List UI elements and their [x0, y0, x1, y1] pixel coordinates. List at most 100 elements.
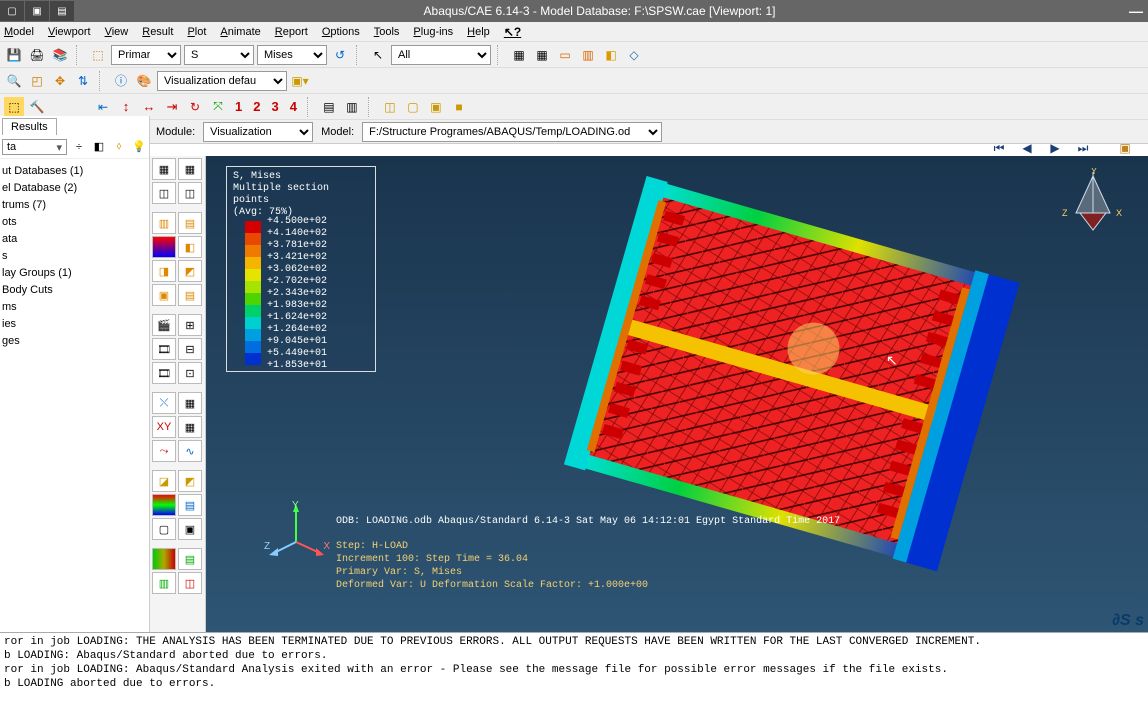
- sync-icon[interactable]: ↺: [330, 45, 350, 65]
- menu-animate[interactable]: Animate: [220, 26, 260, 38]
- cycle-views-icon[interactable]: ⇅: [73, 71, 93, 91]
- books-icon[interactable]: 📚: [50, 45, 70, 65]
- field-output-icon[interactable]: ⬚: [88, 45, 108, 65]
- palette-icon[interactable]: ⊟: [178, 338, 202, 360]
- zoom-icon[interactable]: 🔍: [4, 71, 24, 91]
- menu-report[interactable]: Report: [275, 26, 308, 38]
- window-button[interactable]: ▣: [25, 1, 49, 21]
- palette-icon[interactable]: ▤: [178, 212, 202, 234]
- prev-frame-icon[interactable]: ◀: [1016, 138, 1038, 158]
- xy-icon[interactable]: ⤬: [152, 392, 176, 414]
- tree-item[interactable]: ut Databases (1): [2, 163, 147, 180]
- tree-item[interactable]: trums (7): [2, 197, 147, 214]
- ideas-icon[interactable]: 💡: [131, 139, 147, 155]
- palette-icon[interactable]: ◩: [178, 260, 202, 282]
- film-icon[interactable]: 🎞: [152, 362, 176, 384]
- zoom-box-icon[interactable]: ◰: [27, 71, 47, 91]
- render-partition-icon[interactable]: ▥: [578, 45, 598, 65]
- perspective-icon[interactable]: ◇: [624, 45, 644, 65]
- view-triad[interactable]: Y Z X: [1058, 168, 1128, 238]
- hatch-icon[interactable]: ▤: [319, 97, 339, 117]
- tree-item[interactable]: s: [2, 248, 147, 265]
- select-arrow-icon[interactable]: ↖: [368, 45, 388, 65]
- viewport-copy-icon[interactable]: ▦: [532, 45, 552, 65]
- palette-icon[interactable]: [152, 236, 176, 258]
- palette-icon[interactable]: ⊡: [178, 362, 202, 384]
- menu-plugins[interactable]: Plug-ins: [413, 26, 453, 38]
- viewport[interactable]: S, Mises Multiple section points (Avg: 7…: [206, 156, 1148, 632]
- display-group-icon[interactable]: ◪: [152, 470, 176, 492]
- movie-icon[interactable]: 🎬: [152, 314, 176, 336]
- box-shaded-icon[interactable]: ▣: [426, 97, 446, 117]
- expand-icon[interactable]: ÷: [71, 139, 87, 155]
- data-dropdown[interactable]: ta: [2, 139, 67, 155]
- surface-icon[interactable]: ▤: [178, 548, 202, 570]
- next-frame-icon[interactable]: ▶: [1044, 138, 1066, 158]
- query-icon[interactable]: ⬚: [4, 97, 24, 117]
- cut-icon[interactable]: ▢: [152, 518, 176, 540]
- context-help-icon[interactable]: ↖?: [504, 25, 521, 39]
- view-2[interactable]: 2: [249, 99, 264, 114]
- tree-item[interactable]: ms: [2, 299, 147, 316]
- film-icon[interactable]: 🎞: [152, 338, 176, 360]
- palette-icon[interactable]: ◨: [152, 260, 176, 282]
- tree-item[interactable]: ata: [2, 231, 147, 248]
- render-box-icon[interactable]: ▭: [555, 45, 575, 65]
- box-filled-icon[interactable]: ■: [449, 97, 469, 117]
- menu-model[interactable]: Model: [4, 26, 34, 38]
- menu-tools[interactable]: Tools: [374, 26, 400, 38]
- selection-filter-select[interactable]: All: [391, 45, 491, 65]
- save-icon[interactable]: 💾: [4, 45, 24, 65]
- model-select[interactable]: F:/Structure Programes/ABAQUS/Temp/LOADI…: [362, 122, 662, 142]
- tree-item[interactable]: ies: [2, 316, 147, 333]
- palette-icon[interactable]: 🎨: [134, 71, 154, 91]
- box-hidden-icon[interactable]: ▢: [403, 97, 423, 117]
- tree-item[interactable]: ots: [2, 214, 147, 231]
- frame-step-icon[interactable]: ↕: [116, 97, 136, 117]
- collapse-icon[interactable]: ◧: [91, 139, 107, 155]
- module-select[interactable]: Visualization: [203, 122, 313, 142]
- refresh-arrow-icon[interactable]: ↻: [185, 97, 205, 117]
- results-tab[interactable]: Results: [2, 118, 57, 135]
- frame-first-icon[interactable]: ⇤: [93, 97, 113, 117]
- overlay-icon[interactable]: ◫: [178, 572, 202, 594]
- menu-view[interactable]: View: [105, 26, 129, 38]
- box-wire-icon[interactable]: ◫: [380, 97, 400, 117]
- cut-icon[interactable]: ▣: [178, 518, 202, 540]
- stream-icon[interactable]: [152, 548, 176, 570]
- table-icon[interactable]: ▦: [178, 392, 202, 414]
- variable-select[interactable]: S: [184, 45, 254, 65]
- palette-icon[interactable]: ▥: [152, 212, 176, 234]
- table-icon[interactable]: ▦: [178, 416, 202, 438]
- triad-icon[interactable]: ⤧: [208, 97, 228, 117]
- render-shaded-icon[interactable]: ◧: [601, 45, 621, 65]
- hatch-alt-icon[interactable]: ▥: [342, 97, 362, 117]
- info-icon[interactable]: ⓘ: [111, 71, 131, 91]
- palette-icon[interactable]: ▦: [152, 158, 176, 180]
- view-4[interactable]: 4: [286, 99, 301, 114]
- first-frame-icon[interactable]: ⏮: [988, 138, 1010, 158]
- invariant-select[interactable]: Mises: [257, 45, 327, 65]
- filter-icon[interactable]: ⬨: [111, 139, 127, 155]
- minimize-button[interactable]: —: [1124, 3, 1148, 19]
- menu-help[interactable]: Help: [467, 26, 490, 38]
- hammer-icon[interactable]: 🔨: [27, 97, 47, 117]
- display-group-icon[interactable]: ◩: [178, 470, 202, 492]
- ply-icon[interactable]: ▥: [152, 572, 176, 594]
- palette-icon[interactable]: ▤: [178, 284, 202, 306]
- cube-dropdown-icon[interactable]: ▣▾: [290, 71, 310, 91]
- menu-result[interactable]: Result: [142, 26, 173, 38]
- xy-data-icon[interactable]: XY: [152, 416, 176, 438]
- frame-last-icon[interactable]: ⇥: [162, 97, 182, 117]
- camera-icon[interactable]: ▣: [1114, 138, 1136, 158]
- palette-icon[interactable]: ▦: [178, 158, 202, 180]
- pan-icon[interactable]: ✥: [50, 71, 70, 91]
- primary-select[interactable]: Primary: [111, 45, 181, 65]
- palette-icon[interactable]: ▣: [152, 284, 176, 306]
- plot-icon[interactable]: ⤳: [152, 440, 176, 462]
- spectrum-icon[interactable]: [152, 494, 176, 516]
- last-frame-icon[interactable]: ⏭: [1072, 138, 1094, 158]
- palette-icon[interactable]: ◫: [152, 182, 176, 204]
- tree-item[interactable]: ges: [2, 333, 147, 350]
- view-1[interactable]: 1: [231, 99, 246, 114]
